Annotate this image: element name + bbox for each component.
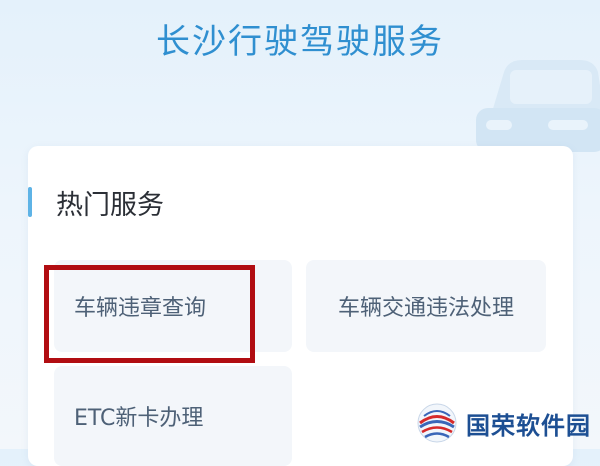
- service-etc-card-application[interactable]: ETC新卡办理: [54, 366, 292, 466]
- section-header: 热门服务: [28, 182, 164, 222]
- service-label: 车辆交通违法处理: [337, 296, 514, 321]
- service-label: ETC新卡办理: [74, 406, 204, 431]
- service-vehicle-violation-handling[interactable]: 车辆交通违法处理: [306, 260, 546, 352]
- watermark: 国荣软件园: [416, 402, 591, 444]
- section-accent-bar: [28, 187, 32, 217]
- section-title: 热门服务: [56, 189, 164, 221]
- car-icon: [476, 60, 600, 152]
- highlight-annotation-box: [44, 265, 255, 363]
- watermark-text: 国荣软件园: [466, 411, 591, 440]
- page-title: 长沙行驶驾驶服务: [156, 22, 444, 62]
- globe-logo-icon: [417, 403, 457, 443]
